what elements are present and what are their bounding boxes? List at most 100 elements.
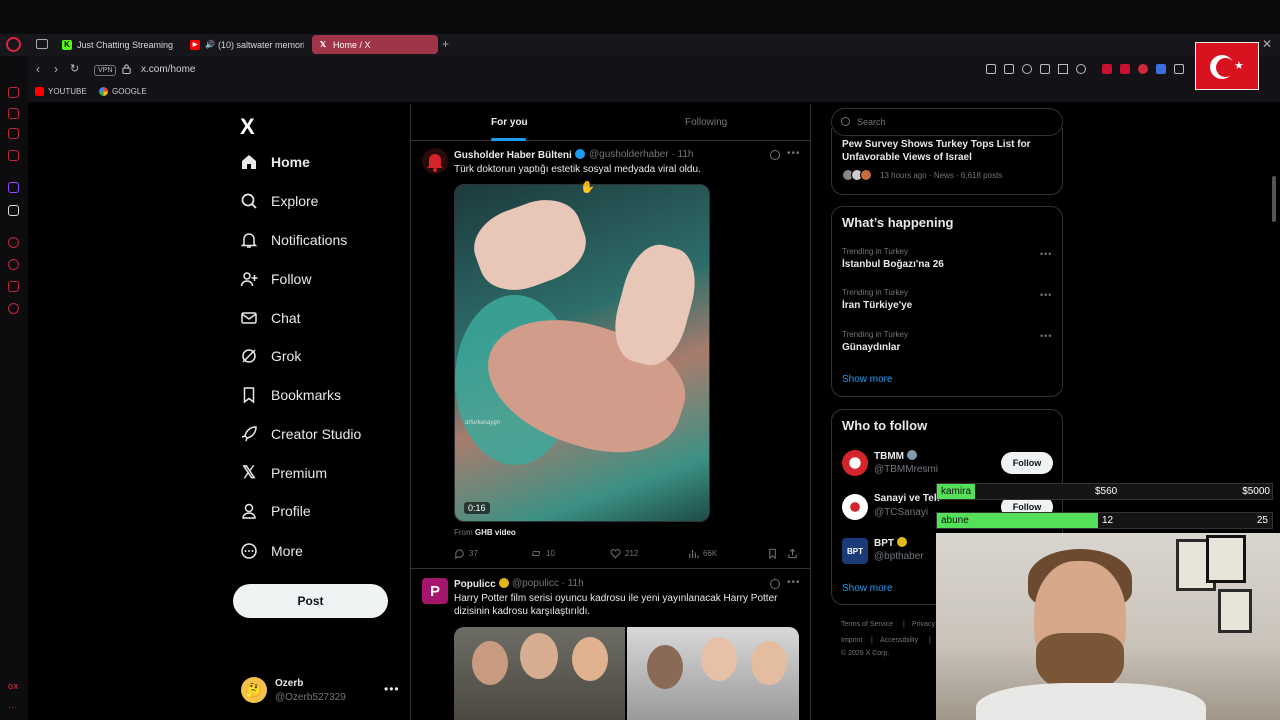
tweet-more-icon[interactable]: ••• (787, 577, 801, 588)
tweet-divider (411, 568, 810, 569)
nav-premium[interactable]: 𝕏 Premium (240, 463, 327, 482)
account-name[interactable]: Sanayi ve Tek (874, 493, 939, 504)
url-input[interactable]: x.com/home (141, 64, 195, 75)
sidebar-extensions-icon[interactable] (8, 281, 19, 292)
opera-extension-icon[interactable] (1138, 64, 1148, 74)
bookmark-button[interactable] (767, 548, 782, 559)
sidebar-x-icon[interactable] (8, 205, 19, 216)
tweet-image-left[interactable] (454, 627, 625, 720)
nav-grok[interactable]: Grok (240, 347, 301, 365)
google-translate-icon[interactable] (1156, 64, 1166, 74)
sidebar-more-icon[interactable]: ··· (8, 702, 17, 712)
account-name[interactable]: TBMM (874, 450, 917, 462)
nav-explore[interactable]: Explore (240, 192, 318, 210)
user-name[interactable]: Ozerb (275, 678, 303, 689)
active-tab-indicator (491, 138, 526, 141)
tweet-avatar[interactable] (422, 148, 448, 174)
sidebar-twitch-icon[interactable] (8, 182, 19, 193)
snapshot-icon[interactable] (1004, 64, 1014, 74)
user-avatar[interactable]: 🤔 (241, 677, 267, 703)
tab-for-you[interactable]: For you (491, 117, 528, 128)
tweet-video[interactable]: drfurkanaygn (454, 184, 710, 522)
account-name[interactable]: BPT (874, 537, 907, 549)
video-source[interactable]: From GHB video (454, 528, 516, 537)
tweet-author-name[interactable]: Populicc (454, 578, 509, 590)
sidebar-player-icon[interactable] (8, 237, 19, 248)
tab-kick[interactable]: K Just Chatting Streaming - (56, 35, 174, 54)
nav-home[interactable]: Home (240, 153, 310, 171)
abp-extension-icon[interactable] (1102, 64, 1112, 74)
heart-icon[interactable] (1076, 64, 1086, 74)
sidebar-shopping-icon[interactable] (8, 108, 19, 119)
adblock-shield-icon[interactable] (1022, 64, 1032, 74)
repost-button[interactable]: 10 (531, 548, 555, 559)
close-window-icon[interactable]: ✕ (1262, 37, 1272, 51)
new-tab-button[interactable]: + (442, 37, 449, 51)
trend-more-icon[interactable]: ••• (1040, 290, 1052, 300)
page-scrollbar[interactable] (1272, 176, 1276, 222)
sidebar-history-icon[interactable] (8, 259, 19, 270)
tweet-image-right[interactable] (627, 627, 799, 720)
show-more-link[interactable]: Show more (842, 374, 893, 385)
tab-following[interactable]: Following (685, 117, 727, 128)
account-avatar[interactable] (842, 494, 868, 520)
footer-imprint[interactable]: Imprint (841, 637, 862, 644)
forward-icon[interactable]: › (54, 62, 58, 76)
sidebar-flow-icon[interactable] (8, 128, 19, 139)
x-logo[interactable]: X (240, 114, 255, 140)
footer-privacy[interactable]: Privacy (912, 621, 935, 628)
tab-youtube[interactable]: ▶ 🔊 (10) saltwater memori (184, 35, 304, 54)
tweet-handle[interactable]: @populicc · 11h (512, 578, 584, 589)
views-button[interactable]: 66K (688, 548, 717, 559)
nav-creator-studio[interactable]: Creator Studio (240, 425, 361, 443)
account-menu-icon[interactable]: ••• (384, 682, 400, 696)
trend-more-icon[interactable]: ••• (1040, 249, 1052, 259)
vpn-badge[interactable]: VPN (94, 65, 117, 76)
grok-explain-icon[interactable] (770, 150, 780, 160)
tweet-avatar[interactable]: P (422, 578, 448, 604)
trend-more-icon[interactable]: ••• (1040, 331, 1052, 341)
reload-icon[interactable]: ↻ (70, 62, 79, 75)
like-button[interactable]: 212 (610, 548, 638, 559)
bookmarks-bar (0, 84, 1280, 102)
sidebar-mail-icon[interactable] (8, 150, 19, 161)
tweet-image-grid[interactable] (454, 627, 799, 720)
extensions-icon[interactable] (1174, 64, 1184, 74)
back-icon[interactable]: ‹ (36, 62, 40, 76)
nav-profile[interactable]: Profile (240, 502, 311, 520)
grok-explain-icon[interactable] (770, 579, 780, 589)
red-extension-icon[interactable] (1120, 64, 1130, 74)
bookmark-page-icon[interactable] (986, 64, 996, 74)
goal-label: kamira (941, 486, 972, 497)
tweet-handle[interactable]: @gusholderhaber · 11h (589, 149, 694, 160)
opera-menu-icon[interactable] (6, 37, 21, 52)
news-headline[interactable]: Pew Survey Shows Turkey Tops List for Un… (842, 138, 1052, 164)
nav-notifications[interactable]: Notifications (240, 231, 347, 249)
reply-button[interactable]: 37 (454, 548, 478, 559)
bookmark-google[interactable]: GOOGLE (99, 87, 147, 96)
sidebar-ai-icon[interactable] (8, 87, 19, 98)
account-avatar[interactable]: BPT (842, 538, 868, 564)
trend-item[interactable]: İran Türkiye'ye (842, 300, 912, 311)
trend-item[interactable]: İstanbul Boğazı'na 26 (842, 259, 944, 270)
translate-icon[interactable] (1040, 64, 1050, 74)
sidebar-settings-icon[interactable] (8, 303, 19, 314)
share-button[interactable] (787, 548, 802, 559)
tweet-author-name[interactable]: Gusholder Haber Bülteni (454, 149, 585, 161)
footer-terms[interactable]: Terms of Service (841, 621, 893, 628)
account-avatar[interactable] (842, 450, 868, 476)
tweet-more-icon[interactable]: ••• (787, 148, 801, 159)
tab-x-home[interactable]: 𝕏 Home / X (312, 35, 438, 54)
post-button[interactable]: Post (233, 584, 388, 618)
nav-chat[interactable]: Chat (240, 309, 301, 327)
trend-item[interactable]: Günaydınlar (842, 342, 900, 353)
nav-more[interactable]: More (240, 542, 303, 560)
play-icon[interactable] (1058, 64, 1068, 74)
show-more-link[interactable]: Show more (842, 583, 893, 594)
nav-bookmarks[interactable]: Bookmarks (240, 386, 341, 404)
nav-follow[interactable]: Follow (240, 270, 311, 288)
tab-overview-icon[interactable] (36, 39, 48, 49)
follow-button[interactable]: Follow (1001, 452, 1053, 474)
bookmark-youtube[interactable]: YOUTUBE (35, 87, 87, 96)
footer-accessibility[interactable]: Accessibility (880, 637, 918, 644)
